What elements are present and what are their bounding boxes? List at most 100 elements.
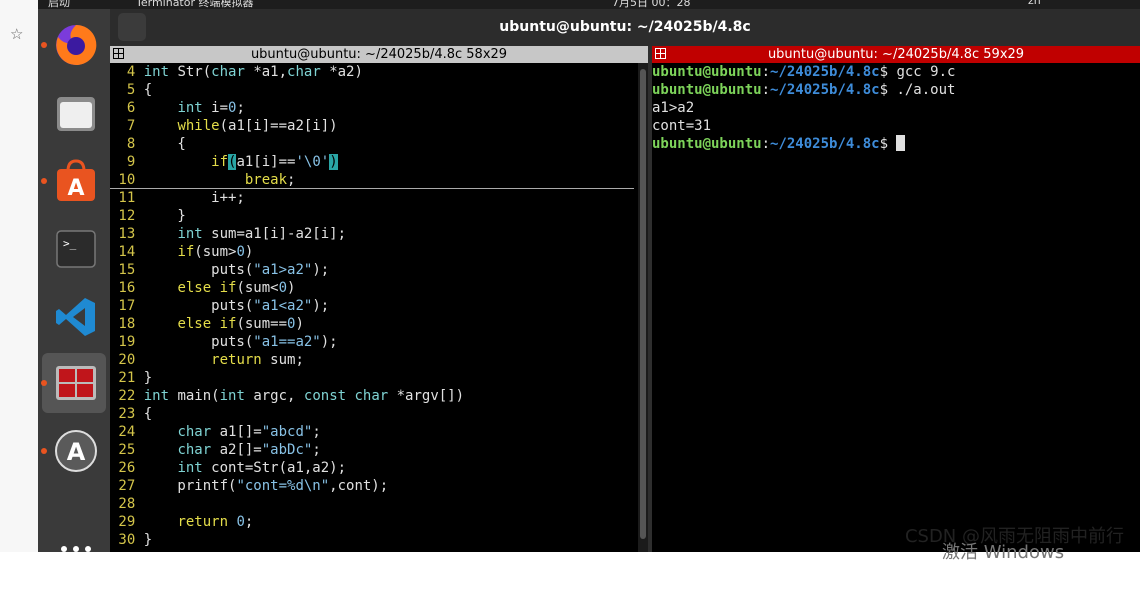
scrollbar[interactable] xyxy=(638,63,648,552)
code-token: if xyxy=(177,244,195,260)
code-line: 10 break; xyxy=(110,171,648,189)
code-line: 30 } xyxy=(110,531,648,549)
terminal-line: a1>a2 xyxy=(652,99,1140,117)
activate-windows-notice: 激活 Windows xyxy=(942,542,1065,563)
code-line: 29 return 0; xyxy=(110,513,648,531)
line-number: 10 xyxy=(110,172,144,188)
code-line: 18 else if(sum==0) xyxy=(110,315,648,333)
grid-icon xyxy=(61,546,91,552)
code-token: puts( xyxy=(143,334,254,350)
text-cursor xyxy=(896,135,906,151)
running-indicator xyxy=(41,42,47,48)
code-line: 26 int cont=Str(a1,a2); xyxy=(110,459,648,477)
code-token: ; xyxy=(312,424,321,440)
prompt-symbol: $ xyxy=(879,64,897,80)
activities-label[interactable]: 启动 xyxy=(48,0,70,9)
code-token: ; xyxy=(287,172,296,188)
group-grid-icon[interactable] xyxy=(655,48,666,59)
code-line: 16 else if(sum<0) xyxy=(110,279,648,297)
command-text: gcc 9.c xyxy=(896,64,956,80)
terminal-pane-right[interactable]: ubuntu@ubuntu: ~/24025b/4.8c 59x29 ubunt… xyxy=(652,46,1140,552)
code-token: break xyxy=(244,172,288,188)
code-token: "a1<a2" xyxy=(253,298,313,314)
code-line: 13 int sum=a1[i]-a2[i]; xyxy=(110,225,648,243)
code-token: while xyxy=(177,118,220,134)
code-token: *a2) xyxy=(320,64,363,80)
code-token: ; xyxy=(244,514,254,530)
line-number: 11 xyxy=(110,190,144,206)
running-indicator xyxy=(41,380,47,386)
code-token: if xyxy=(211,154,229,170)
code-token: ) xyxy=(329,154,338,170)
code-token: return xyxy=(177,514,229,530)
clock[interactable]: 7月5日 00：28 xyxy=(612,0,691,9)
active-app-label[interactable]: Terminator 终端模拟器 xyxy=(136,0,254,9)
code-token: ); xyxy=(312,262,330,278)
code-token: Str( xyxy=(169,64,212,80)
svg-text:A: A xyxy=(67,438,86,466)
terminal-pane-left[interactable]: ubuntu@ubuntu: ~/24025b/4.8c 58x29 4 int… xyxy=(110,46,648,552)
code-token: int xyxy=(219,388,245,404)
code-token: (sum> xyxy=(194,244,237,260)
line-number: 26 xyxy=(110,460,144,476)
code-line: 25 char a2[]="abDc"; xyxy=(110,441,648,459)
bookmark-star-icon[interactable]: ☆ xyxy=(10,25,23,43)
dock-item-software[interactable]: A xyxy=(41,151,106,211)
code-token: char xyxy=(177,424,212,440)
terminal-line: ubuntu@ubuntu:~/24025b/4.8c$ xyxy=(652,135,1140,153)
updater-icon: A xyxy=(55,430,97,472)
prompt-path: ~/24025b/4.8c xyxy=(770,136,880,152)
dock-item-show-apps[interactable] xyxy=(42,531,106,591)
window-titlebar[interactable]: ubuntu@ubuntu: ~/24025b/4.8c xyxy=(110,9,1140,46)
code-token: ) xyxy=(244,244,254,260)
code-token: { xyxy=(143,406,153,422)
line-number: 4 xyxy=(110,64,144,80)
code-line: 9 if(a1[i]=='\0') xyxy=(110,153,648,171)
code-token: int xyxy=(177,226,203,242)
shell-output[interactable]: ubuntu@ubuntu:~/24025b/4.8c$ gcc 9.c ubun… xyxy=(652,63,1140,552)
line-number: 6 xyxy=(110,100,144,116)
code-line: 22 int main(int argc, const char *argv[]… xyxy=(110,387,648,405)
dock-item-files[interactable] xyxy=(42,83,106,143)
input-method[interactable]: zh xyxy=(1028,0,1041,7)
prompt-user: ubuntu@ubuntu xyxy=(652,136,762,152)
code-token: i= xyxy=(202,100,229,116)
firefox-icon xyxy=(56,24,97,65)
dock-item-terminal[interactable]: >_ xyxy=(42,219,106,279)
vim-editor[interactable]: 4 int Str(char *a1,char *a2) 5 { 6 int i… xyxy=(110,63,648,552)
code-line: 6 int i=0; xyxy=(110,99,648,117)
dock-item-terminator[interactable] xyxy=(41,353,106,413)
browser-side-strip: ☆ xyxy=(0,0,39,552)
window-title: ubuntu@ubuntu: ~/24025b/4.8c xyxy=(499,19,751,35)
svg-text:A: A xyxy=(67,176,84,201)
code-token: ,cont); xyxy=(329,478,389,494)
code-line: 12 } xyxy=(110,207,648,225)
code-token: char xyxy=(287,64,321,80)
command-text: ./a.out xyxy=(896,82,956,98)
pane-title: ubuntu@ubuntu: ~/24025b/4.8c 59x29 xyxy=(767,47,1025,62)
dock-item-vscode[interactable] xyxy=(42,287,106,347)
code-token: "abDc" xyxy=(261,442,313,458)
prompt-user: ubuntu@ubuntu xyxy=(652,64,762,80)
code-token: } xyxy=(143,208,186,224)
code-token: 0 xyxy=(236,514,245,530)
running-indicator xyxy=(41,178,47,184)
output-text: a1>a2 xyxy=(652,100,695,116)
line-number: 5 xyxy=(110,82,144,98)
scrollbar-thumb[interactable] xyxy=(640,69,646,539)
dock-item-firefox[interactable] xyxy=(41,15,106,75)
code-line: 15 puts("a1>a2"); xyxy=(110,261,648,279)
terminal-icon: >_ xyxy=(56,230,96,268)
pane-titlebar[interactable]: ubuntu@ubuntu: ~/24025b/4.8c 59x29 xyxy=(652,46,1140,63)
code-token: "a1==a2" xyxy=(253,334,321,350)
pane-titlebar[interactable]: ubuntu@ubuntu: ~/24025b/4.8c 58x29 xyxy=(110,46,648,63)
group-grid-icon[interactable] xyxy=(113,48,124,59)
code-line: 4 int Str(char *a1,char *a2) xyxy=(110,63,648,81)
dock-item-software-updater[interactable]: A xyxy=(41,421,106,481)
line-number: 23 xyxy=(110,406,144,422)
line-number: 30 xyxy=(110,532,144,548)
